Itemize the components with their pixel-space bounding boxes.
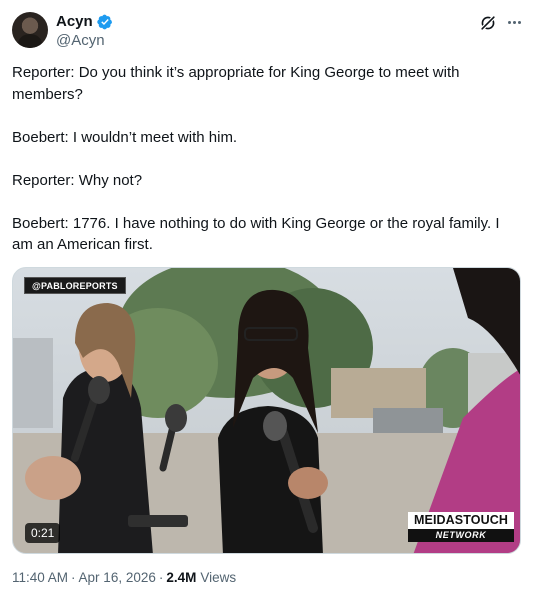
tweet-paragraph: Reporter: Do you think it’s appropriate … <box>12 64 460 103</box>
author-display-name[interactable]: Acyn <box>56 13 93 31</box>
tweet-card: Acyn @Acyn Reporter: Do you think it’s a… <box>0 0 534 591</box>
meta-separator: · <box>71 570 76 585</box>
author-handle[interactable]: @Acyn <box>56 32 105 50</box>
author-name-row: Acyn <box>56 13 113 31</box>
network-logo-name: MEIDASTOUCH <box>408 512 514 529</box>
video-player[interactable] <box>12 267 521 554</box>
avatar[interactable] <box>12 12 48 48</box>
tweet-paragraph: Reporter: Why not? <box>12 171 143 189</box>
meta-separator: · <box>158 570 164 585</box>
tweet-time[interactable]: 11:40 AM <box>12 569 68 587</box>
watermark-tag: @PABLOREPORTS <box>24 277 126 294</box>
tweet-paragraph: Boebert: 1776. I have nothing to do with… <box>12 214 500 254</box>
more-options-icon[interactable] <box>504 12 524 32</box>
grok-icon[interactable] <box>479 14 497 32</box>
network-logo: MEIDASTOUCH NETWORK <box>408 512 514 542</box>
tweet-date[interactable]: Apr 16, 2026 <box>79 569 156 587</box>
views-label: Views <box>200 570 237 585</box>
tweet-text: Reporter: Do you think it’s appropriate … <box>12 62 522 256</box>
network-logo-subtitle: NETWORK <box>408 529 514 542</box>
tweet-paragraph: Boebert: I wouldn’t meet with him. <box>12 128 238 146</box>
tweet-meta: 11:40 AM · Apr 16, 2026 · 2.4M Views <box>12 569 236 587</box>
views-count[interactable]: 2.4M <box>166 569 196 587</box>
verified-badge-icon <box>96 14 112 30</box>
video-duration: 0:21 <box>25 523 61 543</box>
